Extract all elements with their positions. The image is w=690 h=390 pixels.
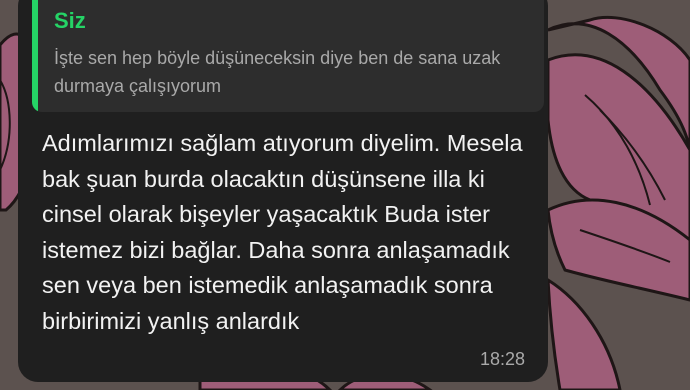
message-text: Adımlarımızı sağlam atıyorum diyelim. Me… — [42, 130, 523, 334]
message-timestamp: 18:28 — [480, 349, 526, 369]
quoted-message[interactable]: Siz İşte sen hep böyle düşüneceksin diye… — [32, 0, 544, 112]
quoted-text: İşte sen hep böyle düşüneceksin diye ben… — [54, 48, 501, 96]
quote-accent-bar — [32, 0, 38, 112]
quoted-author: Siz — [54, 8, 86, 33]
